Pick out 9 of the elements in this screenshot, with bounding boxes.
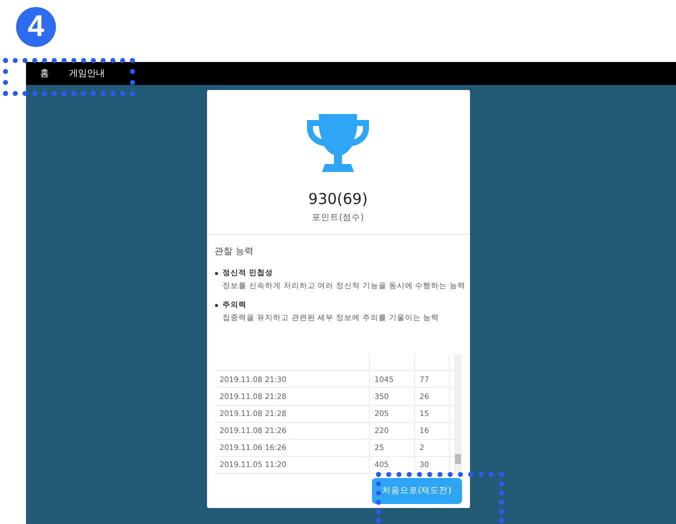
bullet-icon — [214, 304, 218, 307]
scrollbar[interactable] — [454, 354, 462, 474]
bullet-icon — [214, 272, 218, 275]
section-title: 관찰 능력 — [214, 246, 254, 258]
nav-link[interactable]: 게임안내 — [69, 67, 105, 80]
step-badge: 4 — [16, 7, 56, 47]
score-text: 930(69) — [308, 190, 368, 208]
score-label: 포인트(점수) — [312, 212, 364, 224]
nav-link[interactable]: 홈 — [40, 67, 49, 80]
